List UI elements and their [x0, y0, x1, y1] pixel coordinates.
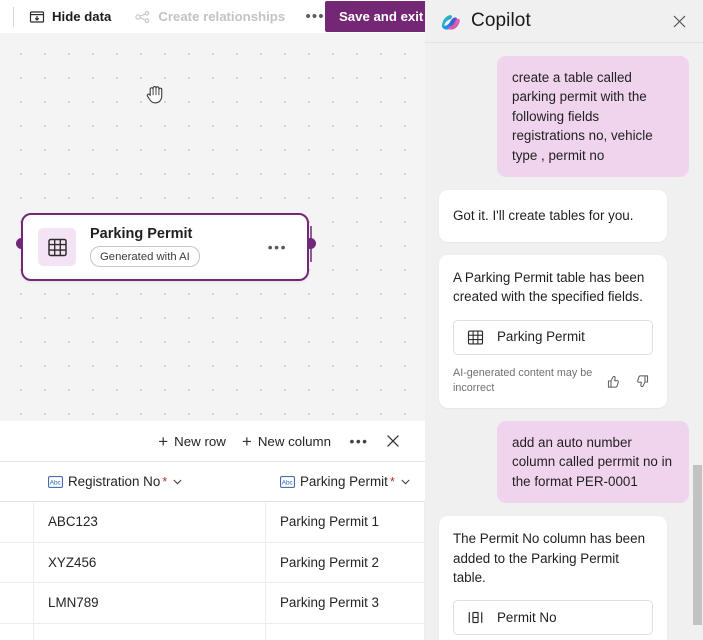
table-row[interactable]: XYZ456 Parking Permit 2: [0, 542, 425, 583]
svg-text:Abc: Abc: [50, 479, 62, 486]
node-table-icon: [38, 228, 76, 266]
copilot-chat-scroll[interactable]: create a table called parking permit wit…: [425, 43, 703, 640]
hide-data-label: Hide data: [52, 9, 112, 24]
close-icon: [672, 14, 687, 29]
cell-parking-permit[interactable]: Parking Permit 3: [266, 583, 425, 623]
copilot-header: Copilot: [425, 0, 703, 43]
table-icon: [467, 329, 484, 346]
grid-header-row: Abc Registration No * Abc Parking Permit…: [0, 462, 425, 502]
new-column-label: New column: [257, 433, 331, 449]
svg-text:Abc: Abc: [282, 479, 294, 486]
column-header-registration-no[interactable]: Abc Registration No *: [34, 462, 266, 501]
cell-parking-permit[interactable]: Parking Permit 1: [266, 502, 425, 542]
autonumber-icon: [467, 609, 484, 626]
thumbs-down-icon: [635, 374, 650, 389]
cell-registration-no[interactable]: XYZ456: [34, 542, 266, 582]
chat-message-user: create a table called parking permit wit…: [497, 56, 689, 178]
grid-overflow-button[interactable]: •••: [345, 427, 373, 455]
chat-message-text: The Permit No column has been added to t…: [453, 531, 646, 585]
data-grid: Abc Registration No * Abc Parking Permit…: [0, 462, 425, 640]
copilot-pane: Copilot create a table called parking pe…: [425, 0, 703, 640]
abc-text-icon: Abc: [48, 475, 63, 488]
close-grid-button[interactable]: [379, 427, 407, 455]
close-icon: [386, 434, 400, 448]
app-root: Hide data Create relationships ••• Save …: [0, 0, 703, 640]
row-selector[interactable]: [0, 623, 34, 640]
row-selector[interactable]: [0, 583, 34, 623]
table-row[interactable]: ABC123 Parking Permit 1: [0, 502, 425, 543]
cell-registration-no[interactable]: ABC123: [34, 502, 266, 542]
new-row-label: New row: [174, 433, 226, 449]
required-asterisk: *: [389, 474, 395, 489]
new-row-button[interactable]: + New row: [150, 426, 234, 456]
entity-chip-label: Permit No: [497, 610, 557, 626]
thumbs-up-icon: [606, 374, 621, 389]
toolbar-divider: [13, 6, 14, 27]
column-header-label: Registration No: [68, 474, 161, 489]
chat-message-text: Got it. I'll create tables for you.: [453, 208, 634, 224]
designer-canvas[interactable]: Parking Permit Generated with AI •••: [0, 33, 425, 421]
thumbs-up-button[interactable]: [602, 370, 624, 392]
plus-icon: +: [241, 431, 252, 451]
cell-registration-no[interactable]: [34, 623, 266, 640]
create-relationships-button[interactable]: Create relationships: [126, 3, 294, 31]
grid-row-header-corner: [0, 462, 34, 501]
entity-chip-parking-permit[interactable]: Parking Permit: [453, 319, 653, 355]
chat-message-text: A Parking Permit table has been created …: [453, 269, 645, 305]
abc-text-icon: Abc: [280, 475, 295, 488]
node-more-options-button[interactable]: •••: [262, 239, 293, 255]
copilot-title: Copilot: [471, 10, 531, 31]
chat-message-user: add an auto number column called perrmit…: [497, 420, 689, 504]
create-relationships-label: Create relationships: [158, 9, 286, 24]
row-selector[interactable]: [0, 502, 34, 542]
save-and-exit-button[interactable]: Save and exit: [325, 1, 425, 32]
node-more-ellipsis-icon: •••: [267, 239, 287, 255]
grab-hand-cursor-icon: [144, 79, 168, 107]
close-copilot-button[interactable]: [665, 7, 693, 35]
required-asterisk: *: [162, 474, 168, 489]
new-column-button[interactable]: + New column: [234, 426, 339, 456]
plus-icon: +: [158, 431, 169, 451]
copilot-scrollbar-thumb[interactable]: [693, 465, 702, 625]
hide-data-button[interactable]: Hide data: [20, 3, 120, 31]
copilot-logo-icon: [439, 10, 462, 33]
chat-message-bot: The Permit No column has been added to t…: [439, 516, 667, 640]
row-selector[interactable]: [0, 542, 34, 582]
chevron-down-icon[interactable]: [401, 479, 410, 485]
chevron-down-icon[interactable]: [173, 479, 182, 485]
command-bar: Hide data Create relationships ••• Save …: [0, 0, 425, 33]
cell-registration-no[interactable]: LMN789: [34, 583, 266, 623]
thumbs-down-button[interactable]: [631, 370, 653, 392]
ai-disclaimer-text: AI-generated content may be incorrect: [453, 366, 593, 395]
hide-data-icon: [29, 9, 45, 25]
relationships-icon: [135, 9, 151, 25]
cell-parking-permit[interactable]: [266, 623, 425, 640]
table-row[interactable]: [0, 623, 425, 640]
table-row[interactable]: LMN789 Parking Permit 3: [0, 583, 425, 624]
entity-chip-label: Parking Permit: [497, 329, 585, 345]
chat-message-bot: A Parking Permit table has been created …: [439, 254, 667, 408]
node-title: Parking Permit: [90, 225, 193, 242]
cell-parking-permit[interactable]: Parking Permit 2: [266, 542, 425, 582]
node-text-group: Parking Permit Generated with AI: [90, 225, 200, 268]
entity-chip-permit-no[interactable]: Permit No: [453, 600, 653, 636]
generated-with-ai-badge: Generated with AI: [90, 246, 200, 268]
table-node-parking-permit[interactable]: Parking Permit Generated with AI •••: [21, 213, 309, 281]
column-header-parking-permit[interactable]: Abc Parking Permit *: [266, 462, 425, 501]
grid-overflow-ellipsis-icon: •••: [349, 433, 369, 449]
save-and-exit-label: Save and exit: [339, 9, 424, 24]
ai-disclaimer-row: AI-generated content may be incorrect: [453, 366, 653, 397]
table-designer-pane: Hide data Create relationships ••• Save …: [0, 0, 425, 640]
chat-message-bot: Got it. I'll create tables for you.: [439, 190, 667, 242]
grid-toolbar: + New row + New column •••: [0, 421, 425, 462]
column-header-label: Parking Permit: [300, 474, 388, 489]
overflow-ellipsis-icon: •••: [305, 8, 325, 25]
